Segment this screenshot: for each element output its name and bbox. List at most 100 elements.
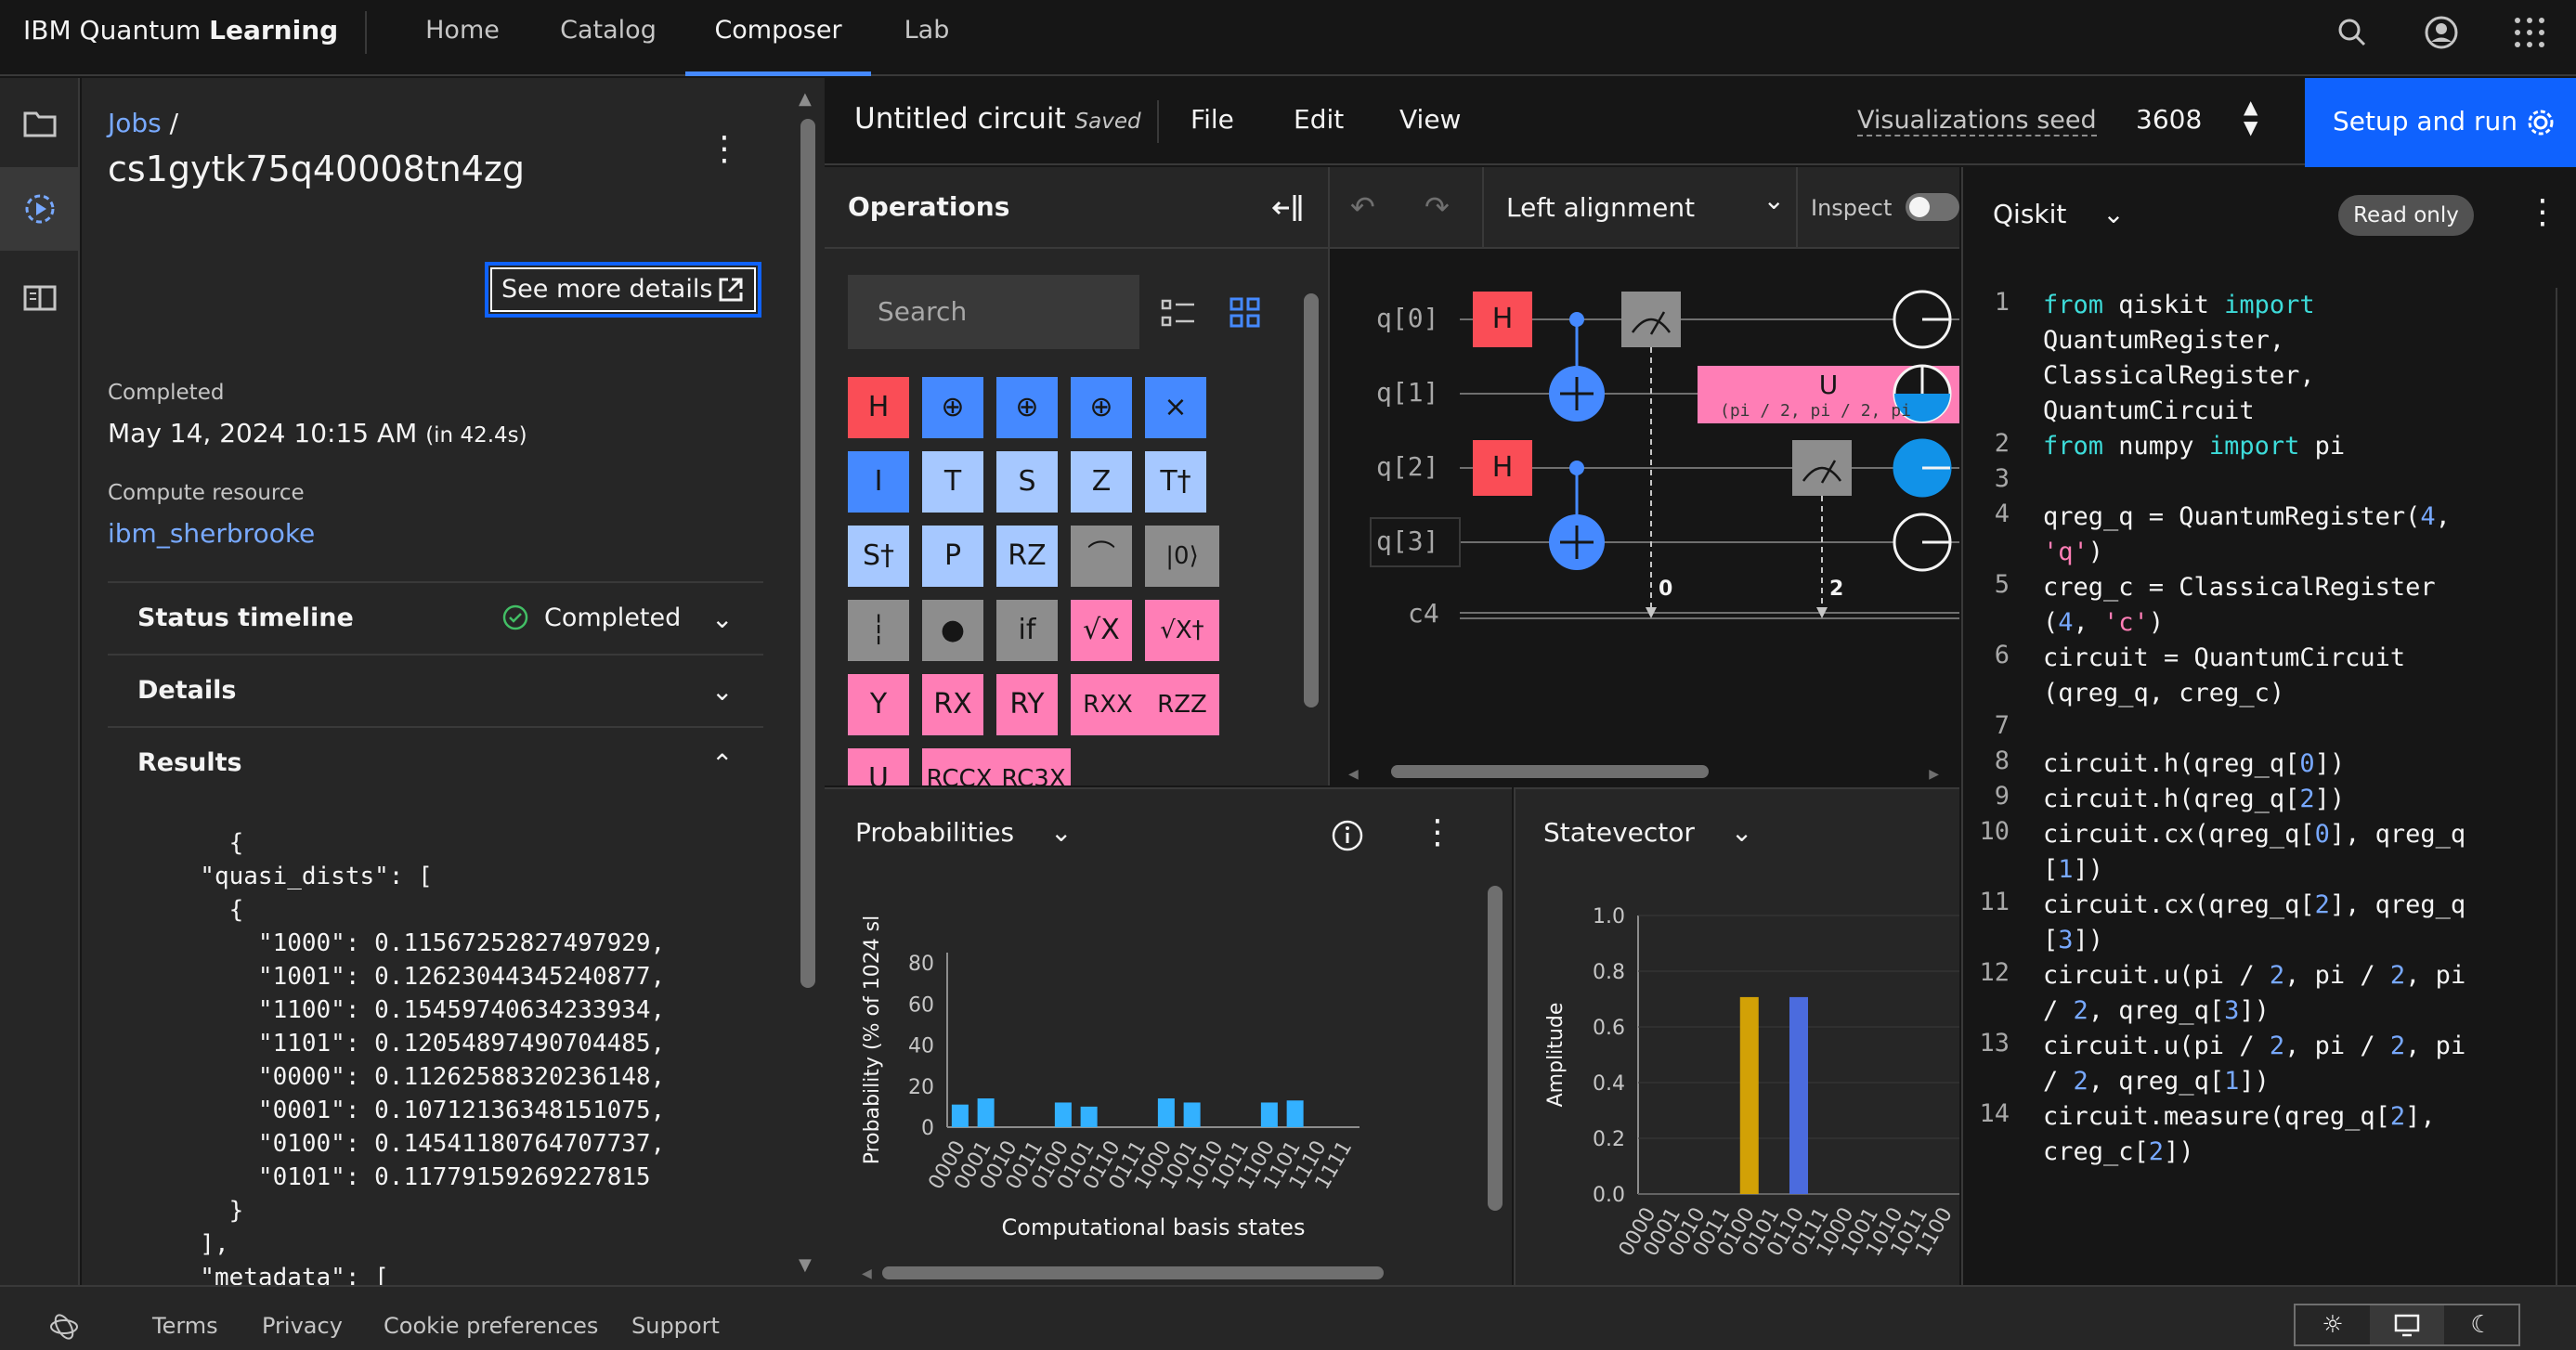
job-panel-scrollbar[interactable] — [800, 119, 815, 988]
statevector-dropdown[interactable]: Statevector ⌄ — [1543, 817, 1752, 848]
folder-icon[interactable] — [0, 82, 80, 165]
compute-resource-link[interactable]: ibm_sherbrooke — [108, 518, 315, 549]
canvas-hscroll[interactable]: ◀ ▶ — [1348, 763, 1939, 782]
status-timeline-accordion[interactable]: Status timeline Completed ⌄ — [108, 581, 763, 654]
nav-composer[interactable]: Composer — [685, 0, 871, 76]
light-theme-icon[interactable]: ☼ — [2296, 1305, 2370, 1344]
gate-button[interactable]: ┆ — [848, 600, 909, 661]
gate-button[interactable]: T† — [1145, 451, 1206, 513]
prob-scrollbar[interactable] — [1488, 886, 1503, 1211]
gate-button[interactable]: RCCX — [922, 748, 996, 785]
h-gate-label[interactable]: H — [1473, 292, 1532, 347]
h-gate-label[interactable]: H — [1473, 440, 1532, 496]
gate-button[interactable]: RC3X — [996, 748, 1071, 785]
scroll-down-icon[interactable]: ▼ — [799, 1255, 812, 1275]
code-text: / 2, qreg_q[1]) — [2043, 1067, 2270, 1096]
app-switcher-icon[interactable] — [2510, 13, 2549, 52]
probabilities-chart: 0204060800000000100100011010001010110011… — [861, 915, 1360, 1240]
gate-button[interactable]: U — [848, 748, 909, 785]
footer-terms-link[interactable]: Terms — [152, 1313, 218, 1339]
u-gate[interactable]: U (pi / 2, pi / 2, pi — [1698, 366, 1959, 423]
gate-button[interactable]: RXX — [1071, 674, 1145, 735]
nav-catalog[interactable]: Catalog — [548, 0, 669, 76]
user-avatar-icon[interactable] — [2422, 13, 2461, 52]
nav-home[interactable]: Home — [413, 0, 512, 76]
breadcrumb-separator: / — [169, 108, 179, 138]
circuit-canvas[interactable]: q[0] q[1] q[2] q[3] c4 H H U (pi / 2, pi… — [1330, 251, 1959, 785]
gate-button[interactable]: RX — [922, 674, 983, 735]
menu-edit[interactable]: Edit — [1294, 104, 1344, 135]
line-number: 13 — [1979, 1029, 2010, 1058]
gate-palette: H ⊕ ⊕ ⊕ × I T S Z T† S† P RZ ⌒ |0⟩ ┆ ● if √X √X† Y RX RY RXX RZZ… — [848, 377, 1219, 785]
breadcrumb-jobs-link[interactable]: Jobs — [108, 108, 162, 138]
gate-button[interactable]: S — [996, 451, 1058, 513]
grid-view-icon[interactable] — [1228, 295, 1263, 334]
collapse-panel-icon[interactable] — [1270, 191, 1304, 228]
gate-button[interactable]: if — [996, 600, 1058, 661]
footer-support-link[interactable]: Support — [631, 1313, 720, 1339]
redo-icon[interactable]: ↷ — [1425, 189, 1450, 225]
gate-button[interactable]: ⊕ — [996, 377, 1058, 438]
visualizations-seed-label[interactable]: Visualizations seed — [1857, 106, 2097, 136]
see-more-details-button[interactable]: See more details — [485, 262, 761, 318]
creg-label: c4 — [1408, 598, 1439, 629]
gate-button[interactable]: P — [922, 526, 983, 587]
probabilities-dropdown[interactable]: Probabilities ⌄ — [855, 817, 1072, 848]
overflow-menu-icon[interactable]: ⋮ — [2526, 193, 2559, 231]
menu-file[interactable]: File — [1190, 104, 1234, 135]
setup-run-label: Setup and run — [2333, 106, 2517, 136]
gate-button[interactable]: ⊕ — [1071, 377, 1132, 438]
overflow-menu-icon[interactable]: ⋮ — [1421, 813, 1454, 851]
jobs-icon[interactable] — [0, 167, 80, 251]
brand-logo[interactable]: IBM Quantum Learning — [23, 0, 338, 76]
seed-stepper[interactable]: ▲ ▼ — [2244, 97, 2257, 137]
search-icon[interactable] — [2333, 13, 2372, 52]
gate-button[interactable]: ⊕ — [922, 377, 983, 438]
gate-button[interactable]: ● — [922, 600, 983, 661]
info-icon[interactable] — [1331, 819, 1364, 856]
gate-button[interactable]: Z — [1071, 451, 1132, 513]
list-view-icon[interactable] — [1161, 295, 1196, 334]
gate-button[interactable]: √X — [1071, 600, 1132, 661]
docs-icon[interactable] — [0, 256, 80, 340]
language-dropdown[interactable]: Qiskit ⌄ — [1993, 199, 2125, 229]
gate-button[interactable]: RY — [996, 674, 1058, 735]
code-editor[interactable]: 1 from qiskit import QuantumRegister, Class… — [1963, 288, 2557, 1285]
footer-privacy-link[interactable]: Privacy — [262, 1313, 343, 1339]
y-tick-label: 0.8 — [1593, 961, 1625, 984]
gate-button[interactable]: Y — [848, 674, 909, 735]
gate-button[interactable]: RZZ — [1145, 674, 1219, 735]
external-link-icon — [719, 278, 743, 302]
menu-view[interactable]: View — [1399, 104, 1461, 135]
gate-button[interactable]: S† — [848, 526, 909, 587]
dark-theme-icon[interactable]: ☾ — [2444, 1305, 2518, 1344]
setup-and-run-button[interactable]: Setup and run — [2305, 78, 2576, 167]
alignment-dropdown[interactable]: Left alignment ⌄ — [1497, 167, 1803, 249]
results-accordion[interactable]: Results ⌃ — [108, 726, 763, 798]
operations-search-input[interactable]: Search — [848, 275, 1139, 349]
bar — [1286, 1100, 1304, 1127]
code-text: circuit.u(pi / 2, pi / 2, pi — [2043, 961, 2466, 990]
circuit-title[interactable]: Untitled circuit Saved — [854, 102, 1141, 136]
seed-value[interactable]: 3608 — [2136, 104, 2202, 135]
gate-button[interactable]: × — [1145, 377, 1206, 438]
inspect-toggle[interactable] — [1906, 193, 1959, 221]
gate-button[interactable]: H — [848, 377, 909, 438]
qubit-label: q[3] — [1376, 526, 1439, 556]
gate-button[interactable]: I — [848, 451, 909, 513]
code-text: from qiskit import — [2043, 291, 2315, 319]
overflow-menu-icon[interactable]: ⋮ — [708, 130, 741, 168]
gate-button[interactable]: RZ — [996, 526, 1058, 587]
gate-button[interactable]: |0⟩ — [1145, 526, 1219, 587]
undo-icon[interactable]: ↶ — [1350, 189, 1375, 225]
gate-button[interactable]: √X† — [1145, 600, 1219, 661]
scroll-up-icon[interactable]: ▲ — [799, 89, 812, 109]
operations-scrollbar[interactable] — [1304, 293, 1319, 707]
gate-button[interactable]: ⌒ — [1071, 526, 1132, 587]
footer-cookie-link[interactable]: Cookie preferences — [384, 1313, 598, 1339]
nav-lab[interactable]: Lab — [891, 0, 962, 76]
gate-button[interactable]: T — [922, 451, 983, 513]
system-theme-icon[interactable] — [2370, 1305, 2444, 1344]
details-accordion[interactable]: Details ⌄ — [108, 654, 763, 726]
bottom-hscroll[interactable]: ◀ — [862, 1266, 1493, 1281]
